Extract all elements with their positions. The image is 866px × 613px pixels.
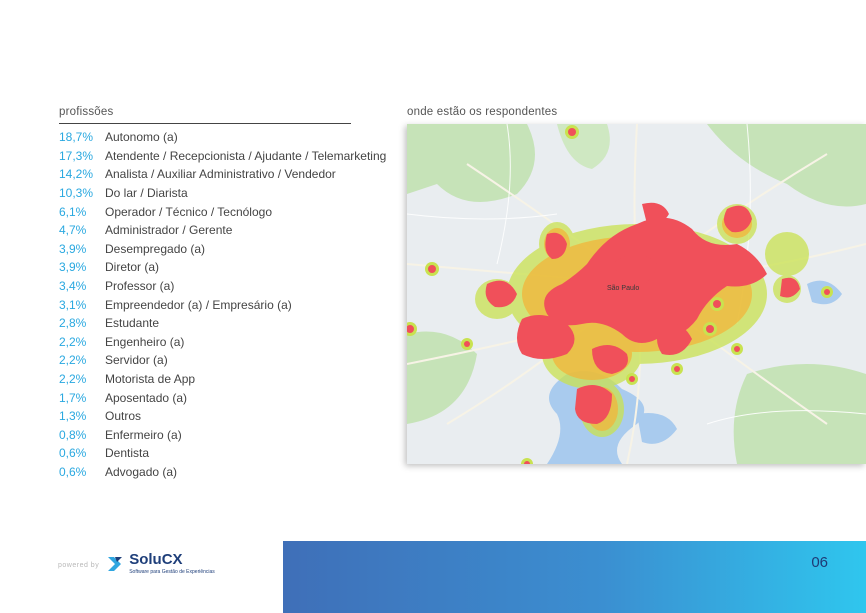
profession-label: Estudante [105,316,160,331]
profession-item: 17,3% Atendente / Recepcionista / Ajudant… [59,147,386,166]
map-title: onde estão os respondentes [407,106,558,118]
page-number: 06 [811,554,828,571]
profession-item: 6,1% Operador / Técnico / Tecnólogo [59,202,386,221]
profession-percent: 3,9% [59,241,87,256]
profession-item: 10,3% Do lar / Diarista [59,184,386,203]
heatmap-svg: São Paulo [407,124,866,464]
footer-bar: 06 [283,541,866,613]
solucx-logo-icon [108,556,123,571]
profession-percent: 0,6% [59,464,87,479]
profession-item: 3,1% Empreendedor (a) / Empresário (a) [59,295,386,314]
brand-tagline: Software para Gestão de Experiências [129,569,215,575]
profession-percent: 0,8% [59,427,87,442]
profession-percent: 14,2% [59,167,94,182]
profession-percent: 4,7% [59,223,87,238]
profession-item: 4,7% Administrador / Gerente [59,221,386,240]
profession-label: Autonomo (a) [105,130,178,145]
profession-item: 0,8% Enfermeiro (a) [59,426,386,445]
profession-label: Enfermeiro (a) [105,427,182,442]
profession-label: Administrador / Gerente [105,223,233,238]
profession-label: Motorista de App [105,372,196,387]
brand-name: SoluCX [129,551,183,568]
profession-percent: 0,6% [59,446,87,461]
profession-item: 14,2% Analista / Auxiliar Administrativo … [59,165,386,184]
profession-item: 0,6% Dentista [59,444,386,463]
profession-percent: 3,9% [59,260,87,275]
profession-label: Servidor (a) [105,353,168,368]
profession-item: 2,2% Engenheiro (a) [59,333,386,352]
footer-brand: powered by SoluCX Software para Gestão d… [58,552,215,575]
profession-item: 2,2% Motorista de App [59,370,386,389]
profession-label: Analista / Auxiliar Administrativo / Ven… [105,167,336,182]
title-divider [59,123,351,124]
profession-item: 3,4% Professor (a) [59,277,386,296]
profession-item: 2,8% Estudante [59,314,386,333]
heatmap-map: São Paulo [407,124,866,464]
profession-item: 0,6% Advogado (a) [59,463,386,482]
profession-percent: 1,7% [59,390,87,405]
profession-label: Do lar / Diarista [105,186,188,201]
profession-percent: 2,2% [59,334,87,349]
profession-label: Diretor (a) [105,260,160,275]
profession-label: Aposentado (a) [105,390,188,405]
profession-label: Operador / Técnico / Tecnólogo [105,204,272,219]
profession-item: 18,7% Autonomo (a) [59,128,386,147]
professions-title: profissões [59,106,114,118]
profession-percent: 1,3% [59,409,87,424]
profession-percent: 2,8% [59,316,87,331]
profession-percent: 2,2% [59,372,87,387]
profession-item: 2,2% Servidor (a) [59,351,386,370]
profession-percent: 6,1% [59,204,87,219]
profession-percent: 3,1% [59,297,87,312]
profession-percent: 10,3% [59,186,94,201]
profession-percent: 2,2% [59,353,87,368]
profession-label: Dentista [105,446,150,461]
profession-item: 1,7% Aposentado (a) [59,388,386,407]
powered-by-text: powered by [58,562,100,569]
profession-label: Desempregado (a) [105,241,206,256]
profession-label: Advogado (a) [105,464,178,479]
profession-label: Empreendedor (a) / Empresário (a) [105,297,292,312]
profession-label: Engenheiro (a) [105,334,185,349]
profession-label: Outros [105,409,142,424]
profession-percent: 17,3% [59,148,94,163]
profession-item: 3,9% Desempregado (a) [59,240,386,259]
city-label: São Paulo [607,285,639,292]
profession-percent: 18,7% [59,130,94,145]
profession-label: Professor (a) [105,279,175,294]
professions-list: 18,7% Autonomo (a) 17,3% Atendente / Recepc… [59,128,386,481]
profession-label: Atendente / Recepcionista / Ajudante / T… [105,148,387,163]
profession-item: 3,9% Diretor (a) [59,258,386,277]
profession-percent: 3,4% [59,279,87,294]
profession-item: 1,3% Outros [59,407,386,426]
